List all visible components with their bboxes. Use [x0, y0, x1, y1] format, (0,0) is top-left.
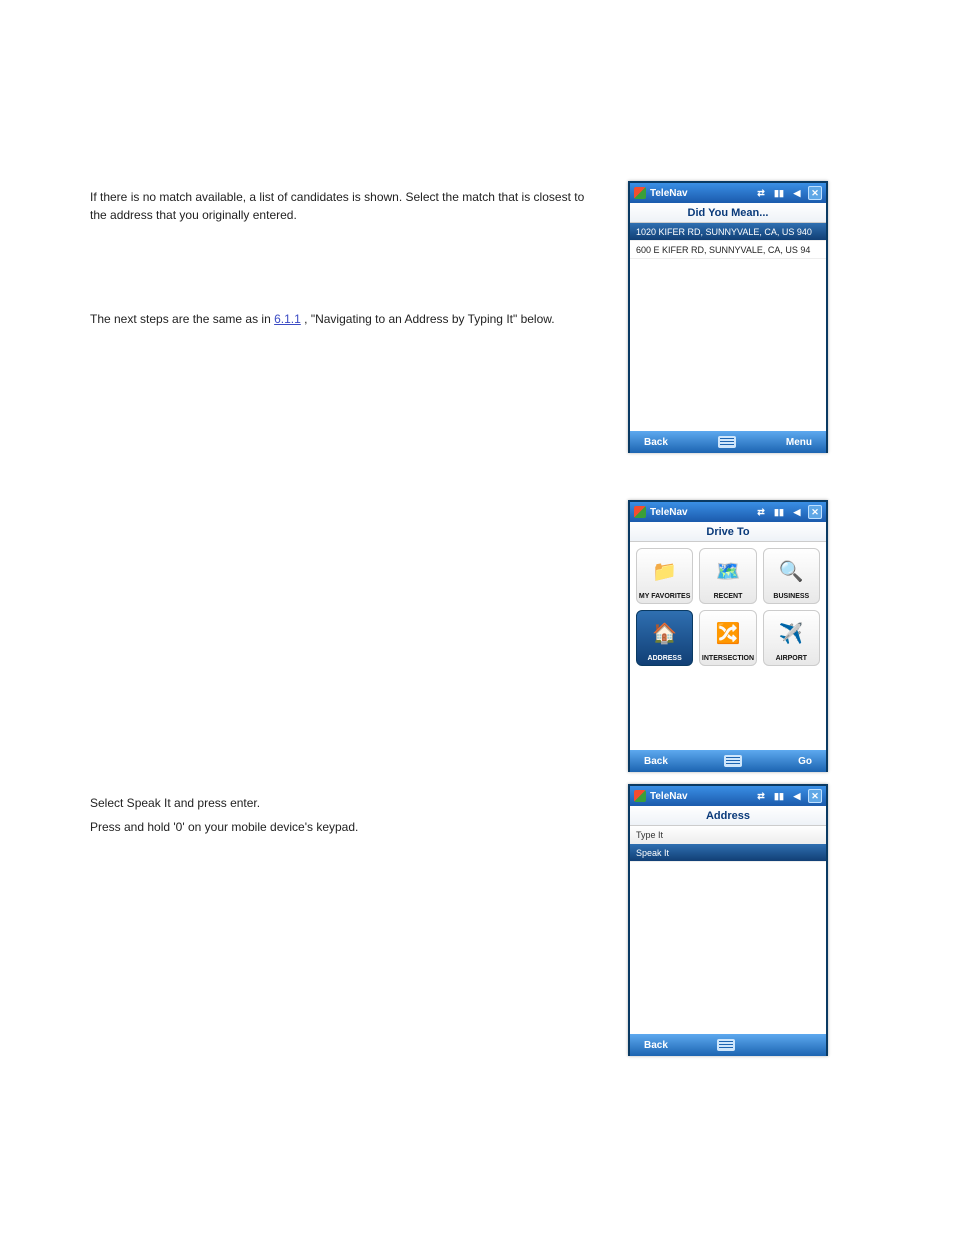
- address-icon: 🏠: [652, 611, 677, 655]
- connectivity-icon: ⇄: [754, 789, 768, 803]
- device-drive-to: TeleNav ⇄ ▮▮ ◀ ✕ Drive To 📁 MY FAVORITES…: [628, 500, 828, 772]
- signal-icon: ▮▮: [772, 789, 786, 803]
- list-item-speak-it[interactable]: Speak It: [630, 844, 826, 862]
- start-flag-icon: [634, 790, 646, 802]
- para3: Select Speak It and press enter.: [90, 794, 590, 812]
- para2-link[interactable]: 6.1.1: [274, 312, 301, 326]
- device-address: TeleNav ⇄ ▮▮ ◀ ✕ Address Type It Speak I…: [628, 784, 828, 1056]
- device-footer: Back Go: [630, 750, 826, 772]
- para2: The next steps are the same as in 6.1.1 …: [90, 310, 590, 328]
- device-footer: Back Menu: [630, 431, 826, 453]
- close-icon[interactable]: ✕: [808, 186, 822, 200]
- tile-airport[interactable]: ✈️ AIRPORT: [763, 610, 820, 666]
- connectivity-icon: ⇄: [754, 505, 768, 519]
- screen-title: Address: [630, 806, 826, 826]
- menu-button[interactable]: Menu: [786, 437, 812, 448]
- back-button[interactable]: Back: [644, 1040, 668, 1051]
- device-did-you-mean: TeleNav ⇄ ▮▮ ◀ ✕ Did You Mean... 1020 KI…: [628, 181, 828, 453]
- screen-title: Drive To: [630, 522, 826, 542]
- app-name: TeleNav: [650, 188, 688, 199]
- close-icon[interactable]: ✕: [808, 789, 822, 803]
- start-flag-icon: [634, 187, 646, 199]
- system-icons: ⇄ ▮▮ ◀ ✕: [754, 186, 822, 200]
- keyboard-icon[interactable]: [724, 755, 742, 767]
- tile-label: INTERSECTION: [702, 655, 754, 662]
- tile-label: BUSINESS: [773, 593, 809, 600]
- recent-icon: 🗺️: [716, 549, 741, 593]
- favorites-icon: 📁: [652, 549, 677, 593]
- para2-suffix: , "Navigating to an Address by Typing It…: [304, 312, 554, 326]
- device-titlebar: TeleNav ⇄ ▮▮ ◀ ✕: [630, 786, 826, 806]
- para1: If there is no match available, a list o…: [90, 188, 590, 224]
- back-button[interactable]: Back: [644, 437, 668, 448]
- tile-my-favorites[interactable]: 📁 MY FAVORITES: [636, 548, 693, 604]
- business-icon: 🔍: [779, 549, 804, 593]
- device-titlebar: TeleNav ⇄ ▮▮ ◀ ✕: [630, 502, 826, 522]
- intersection-icon: 🔀: [716, 611, 741, 655]
- list-item-type-it[interactable]: Type It: [630, 826, 826, 844]
- app-name: TeleNav: [650, 507, 688, 518]
- volume-icon: ◀: [790, 505, 804, 519]
- start-flag-icon: [634, 506, 646, 518]
- para4: Press and hold '0' on your mobile device…: [90, 818, 590, 836]
- device-footer: Back: [630, 1034, 826, 1056]
- list-item[interactable]: 1020 KIFER RD, SUNNYVALE, CA, US 940: [630, 223, 826, 241]
- tile-label: RECENT: [714, 593, 743, 600]
- device-titlebar: TeleNav ⇄ ▮▮ ◀ ✕: [630, 183, 826, 203]
- tile-label: MY FAVORITES: [639, 593, 690, 600]
- signal-icon: ▮▮: [772, 186, 786, 200]
- tile-business[interactable]: 🔍 BUSINESS: [763, 548, 820, 604]
- app-name: TeleNav: [650, 791, 688, 802]
- go-button[interactable]: Go: [798, 756, 812, 767]
- signal-icon: ▮▮: [772, 505, 786, 519]
- keyboard-icon[interactable]: [718, 436, 736, 448]
- tile-label: ADDRESS: [648, 655, 682, 662]
- tile-intersection[interactable]: 🔀 INTERSECTION: [699, 610, 756, 666]
- list-item[interactable]: 600 E KIFER RD, SUNNYVALE, CA, US 94: [630, 241, 826, 259]
- system-icons: ⇄ ▮▮ ◀ ✕: [754, 789, 822, 803]
- volume-icon: ◀: [790, 186, 804, 200]
- tile-address[interactable]: 🏠 ADDRESS: [636, 610, 693, 666]
- screen-title: Did You Mean...: [630, 203, 826, 223]
- close-icon[interactable]: ✕: [808, 505, 822, 519]
- tile-recent[interactable]: 🗺️ RECENT: [699, 548, 756, 604]
- para2-prefix: The next steps are the same as in: [90, 312, 274, 326]
- volume-icon: ◀: [790, 789, 804, 803]
- back-button[interactable]: Back: [644, 756, 668, 767]
- system-icons: ⇄ ▮▮ ◀ ✕: [754, 505, 822, 519]
- keyboard-icon[interactable]: [717, 1039, 735, 1051]
- tile-label: AIRPORT: [776, 655, 808, 662]
- connectivity-icon: ⇄: [754, 186, 768, 200]
- airport-icon: ✈️: [779, 611, 804, 655]
